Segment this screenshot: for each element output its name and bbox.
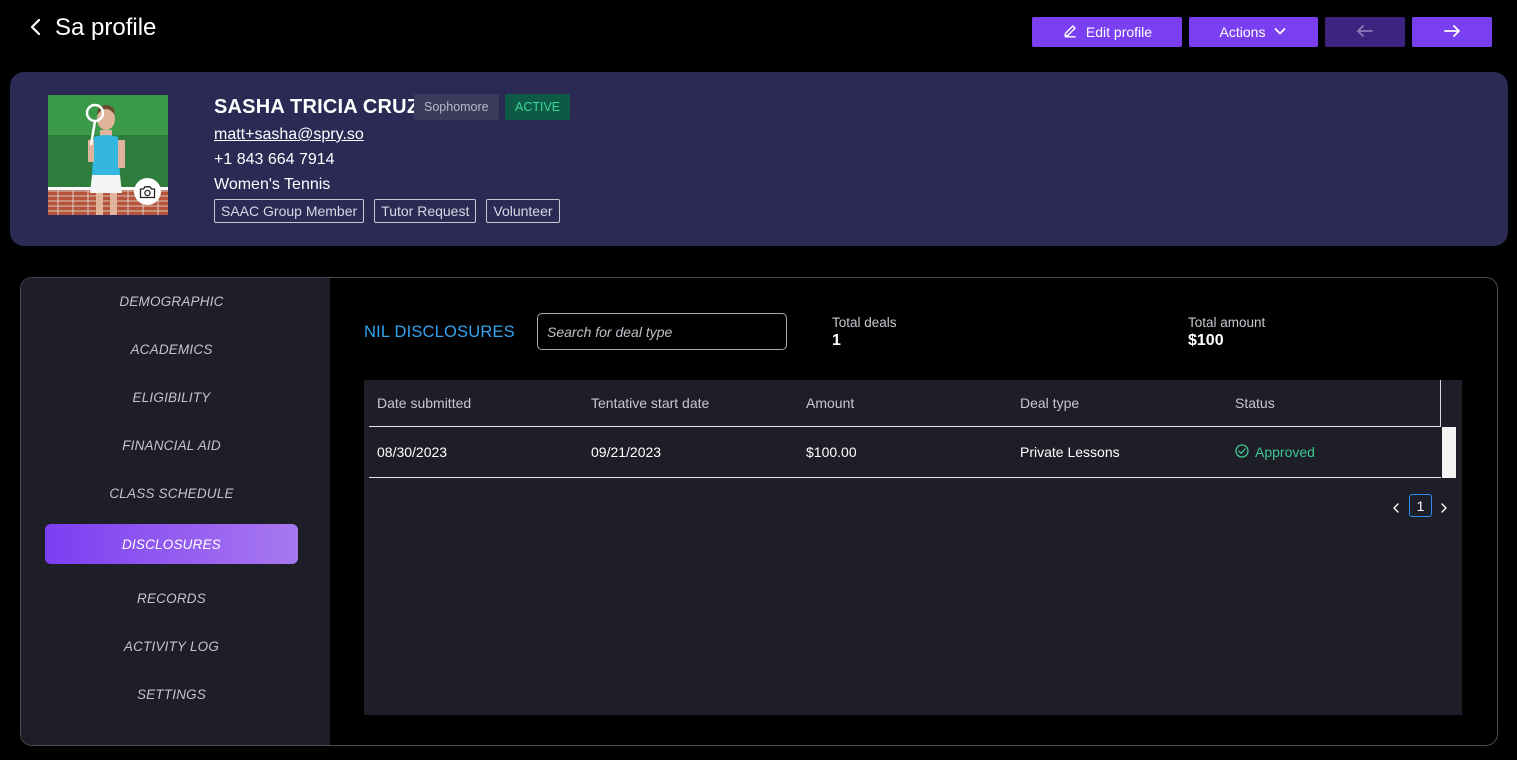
column-header-deal-type[interactable]: Deal type: [1020, 395, 1079, 411]
column-header-date-submitted[interactable]: Date submitted: [377, 395, 471, 411]
edit-profile-button[interactable]: Edit profile: [1032, 17, 1182, 47]
sidebar-item-eligibility[interactable]: ELIGIBILITY: [45, 377, 298, 417]
arrow-right-icon: [1443, 24, 1461, 41]
sidebar-item-financial-aid[interactable]: FINANCIAL AID: [45, 425, 298, 465]
pencil-icon: [1062, 23, 1078, 42]
sidebar-item-records[interactable]: RECORDS: [45, 578, 298, 618]
next-profile-button[interactable]: [1412, 17, 1492, 47]
cell-amount: $100.00: [806, 444, 857, 460]
tag-saac: SAAC Group Member: [214, 199, 365, 223]
table-header: Date submitted Tentative start date Amou…: [369, 380, 1441, 427]
actions-label: Actions: [1219, 24, 1266, 40]
disclosures-table: Date submitted Tentative start date Amou…: [364, 380, 1462, 715]
sport-team: Women's Tennis: [214, 176, 331, 193]
column-header-amount[interactable]: Amount: [806, 395, 854, 411]
total-amount-label: Total amount: [1188, 315, 1266, 330]
section-title: NIL DISCLOSURES: [364, 323, 515, 341]
column-header-start-date[interactable]: Tentative start date: [591, 395, 709, 411]
tag-tutor-request: Tutor Request: [374, 199, 477, 223]
column-divider: [1440, 380, 1441, 427]
tag-volunteer: Volunteer: [486, 199, 560, 223]
cell-date-submitted: 08/30/2023: [377, 444, 448, 460]
actions-dropdown-button[interactable]: Actions: [1189, 17, 1318, 47]
status-badge: ACTIVE: [505, 94, 571, 120]
sidebar-item-activity-log[interactable]: ACTIVITY LOG: [45, 626, 298, 666]
sidebar-item-demographic[interactable]: DEMOGRAPHIC: [45, 281, 298, 321]
table-row[interactable]: 08/30/2023 09/21/2023 $100.00 Private Le…: [369, 427, 1441, 478]
search-input[interactable]: [537, 313, 787, 350]
student-name: SASHA TRICIA CRUZ: [214, 96, 420, 118]
class-year-badge: Sophomore: [414, 94, 499, 120]
back-icon[interactable]: [26, 16, 46, 38]
sidebar-item-disclosures[interactable]: DISCLOSURES: [45, 524, 298, 564]
sidebar-item-class-schedule[interactable]: CLASS SCHEDULE: [45, 473, 298, 513]
phone-number: +1 843 664 7914: [214, 151, 335, 168]
total-deals-value: 1: [832, 332, 841, 349]
column-header-status[interactable]: Status: [1235, 395, 1275, 411]
page-title: Sa profile: [55, 14, 157, 41]
main-panel: DEMOGRAPHIC ACADEMICS ELIGIBILITY FINANC…: [20, 277, 1498, 746]
chevron-down-icon: [1273, 24, 1287, 41]
chevron-left-icon[interactable]: [1389, 499, 1403, 517]
profile-card: SASHA TRICIA CRUZ Sophomore ACTIVE matt+…: [10, 72, 1508, 246]
profile-tags: SAAC Group Member Tutor Request Voluntee…: [214, 199, 560, 223]
sidebar-item-settings[interactable]: SETTINGS: [45, 674, 298, 714]
edit-profile-label: Edit profile: [1085, 24, 1153, 40]
cell-status: Approved: [1235, 443, 1315, 461]
page-number-button[interactable]: 1: [1409, 494, 1432, 517]
previous-profile-button[interactable]: [1325, 17, 1405, 47]
cell-start-date: 09/21/2023: [591, 444, 662, 460]
scrollbar[interactable]: [1442, 427, 1456, 478]
check-circle-icon: [1235, 443, 1249, 461]
arrow-left-icon: [1356, 24, 1374, 41]
sidebar: DEMOGRAPHIC ACADEMICS ELIGIBILITY FINANC…: [21, 278, 330, 745]
cell-deal-type: Private Lessons: [1020, 444, 1120, 460]
total-amount-value: $100: [1188, 332, 1224, 349]
camera-icon[interactable]: [134, 178, 161, 205]
email-link[interactable]: matt+sasha@spry.so: [214, 126, 364, 144]
status-label: Approved: [1255, 444, 1315, 460]
chevron-right-icon[interactable]: [1437, 499, 1451, 517]
sidebar-item-academics[interactable]: ACADEMICS: [45, 329, 298, 369]
total-deals-label: Total deals: [832, 315, 897, 330]
